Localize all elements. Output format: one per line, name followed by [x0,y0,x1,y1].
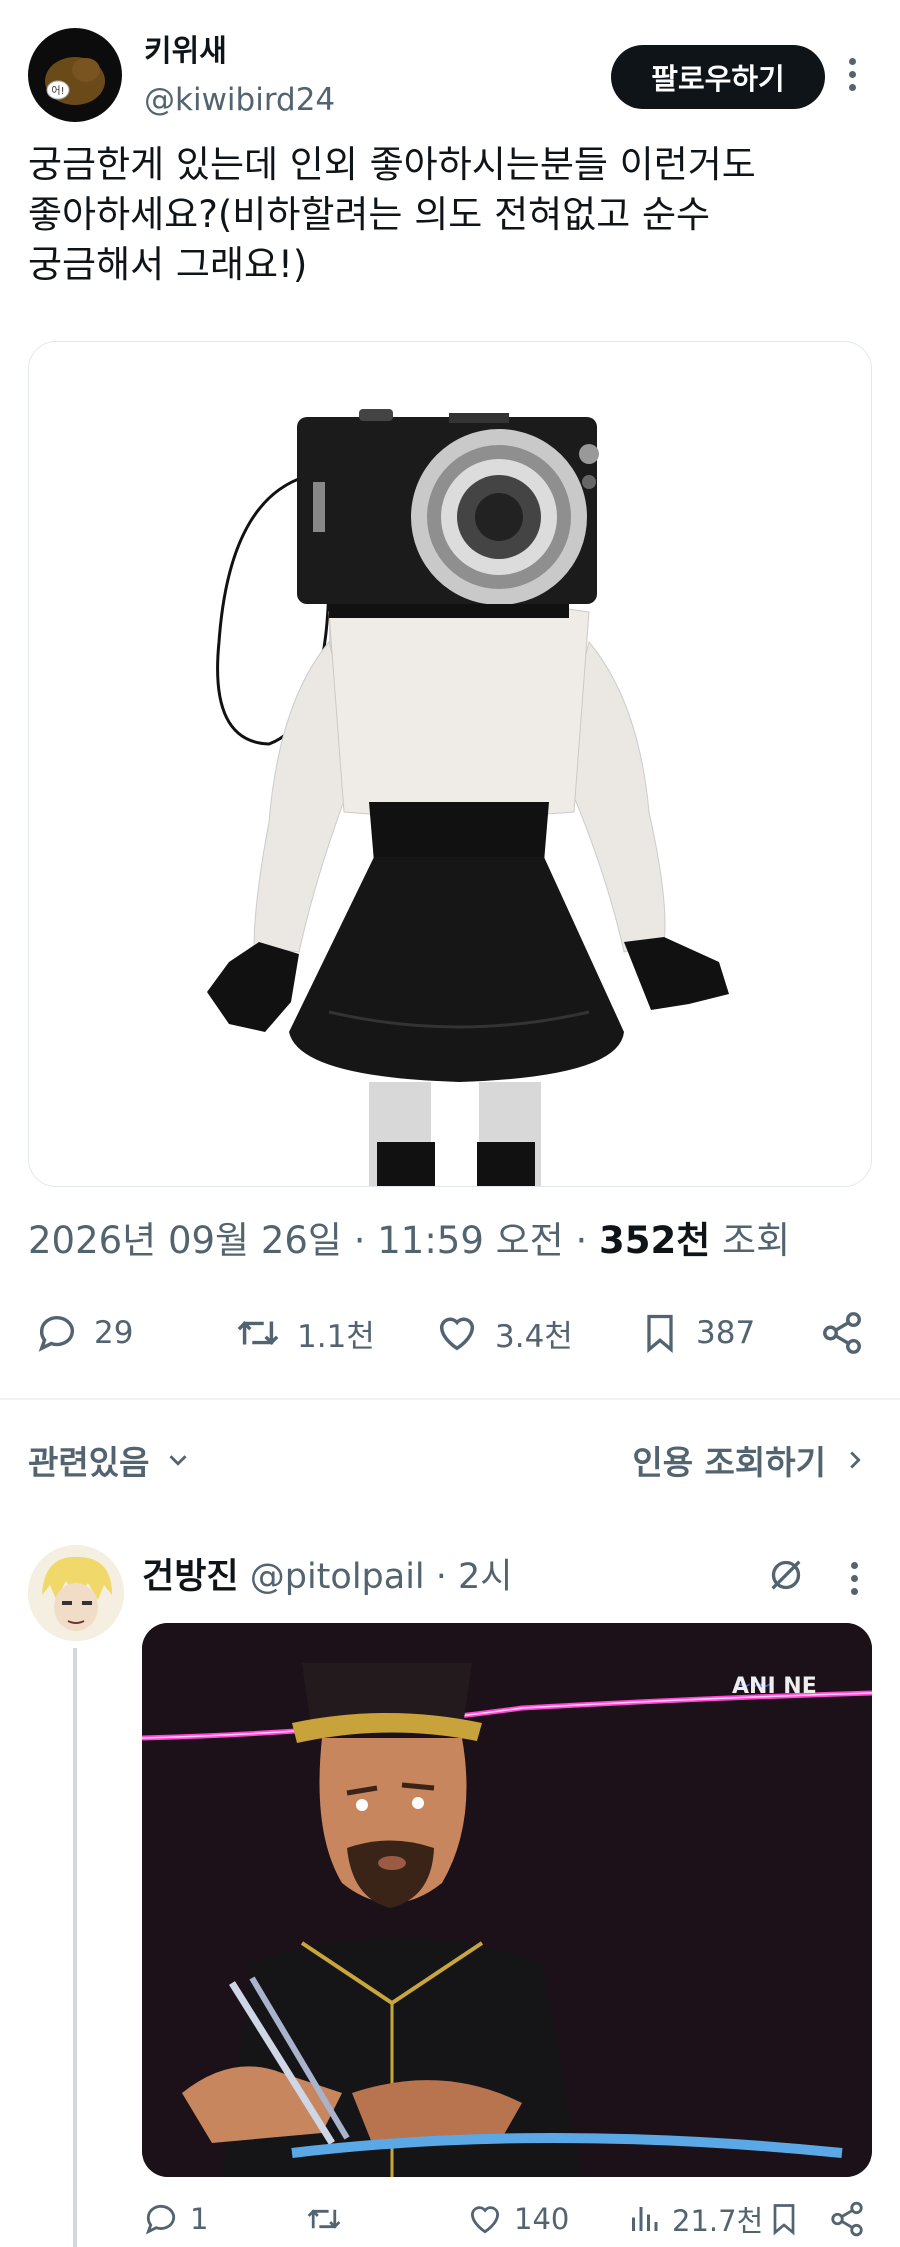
chevron-down-icon [169,1455,187,1466]
author-handle[interactable]: @kiwibird24 [144,82,335,118]
quotes-label: 인용 조회하기 [632,1443,826,1482]
more-options-icon[interactable] [846,58,858,98]
tweet-views-count: 352천 [599,1219,711,1262]
reply-more-icon[interactable] [848,1562,860,1601]
retweet-icon [237,1320,279,1346]
reply-retweet-button[interactable] [304,2190,354,2247]
reply-reply-button[interactable]: 1 [142,2190,208,2247]
reply-button[interactable]: 29 [34,1298,133,1368]
reply-name[interactable]: 건방진 [142,1557,239,1597]
like-button[interactable]: 3.4천 [433,1298,573,1368]
reply-header: 건방진 @pitolpail · 2시 [142,1548,513,1599]
reply-reply-count: 1 [190,2201,209,2236]
author-avatar[interactable]: 어! [28,28,122,122]
retweet-icon [307,2208,341,2229]
related-label: 관련있음 [28,1443,150,1482]
author-display-name[interactable]: 키위새 [144,26,227,70]
reply-like-button[interactable]: 140 [466,2190,569,2247]
reply-icon [145,2204,176,2235]
tweet-text: 궁금한게 있는데 인외 좋아하시는분들 이런거도 좋아하세요?(비하할려는 의도… [28,143,756,286]
tweet-meta: 2026년 09월 26일 · 11:59 오전 · 352천 조회 [28,1210,790,1264]
heart-icon [439,1317,475,1351]
avatar-text: 어! [51,85,64,97]
reply-media-image[interactable]: ~~ ANI NE [142,1623,872,2177]
bookmark-icon [647,1314,673,1354]
reply-count: 29 [94,1315,134,1351]
chevron-right-icon [850,1451,861,1469]
bookmark-button[interactable]: 387 [638,1298,755,1368]
reply-views-count: 21.7천 [672,2203,764,2238]
media-watermark: ANI NE [732,1674,817,1699]
tweet-actions: 29 1.1천 3.4천 387 [28,1298,870,1368]
heart-icon [470,2205,500,2233]
reply-like-count: 140 [514,2201,570,2236]
view-quotes-link[interactable]: 인용 조회하기 [632,1436,870,1484]
related-sort-dropdown[interactable]: 관련있음 [28,1436,193,1484]
grok-icon[interactable] [766,1555,806,1599]
reply-avatar[interactable] [28,1545,124,1641]
reply-share-button[interactable] [828,2190,876,2247]
thread-line [73,1648,77,2247]
retweet-count: 1.1천 [297,1318,375,1355]
reply-handle[interactable]: @pitolpail [239,1557,425,1597]
reply-views-button[interactable]: 21.7천 [626,2190,763,2247]
retweet-button[interactable]: 1.1천 [233,1298,375,1368]
reply-icon [38,1316,75,1352]
tweet-datetime: 2026년 09월 26일 · 11:59 오전 · [28,1219,600,1262]
tweet-views-label: 조회 [710,1219,791,1262]
bookmark-icon [773,2203,795,2235]
share-icon [823,1312,861,1354]
share-icon [831,2201,863,2236]
reply-bookmark-button[interactable] [766,2190,812,2247]
reply-time: · 2시 [424,1557,513,1597]
tweet-media-image[interactable] [28,341,872,1187]
divider [0,1398,900,1400]
bookmark-count: 387 [696,1315,756,1351]
follow-button[interactable]: 팔로우하기 [611,45,825,109]
like-count: 3.4천 [495,1318,573,1355]
analytics-icon [632,2206,658,2231]
share-button[interactable] [818,1298,880,1368]
reply-actions: 1 140 21.7천 [142,2190,872,2247]
